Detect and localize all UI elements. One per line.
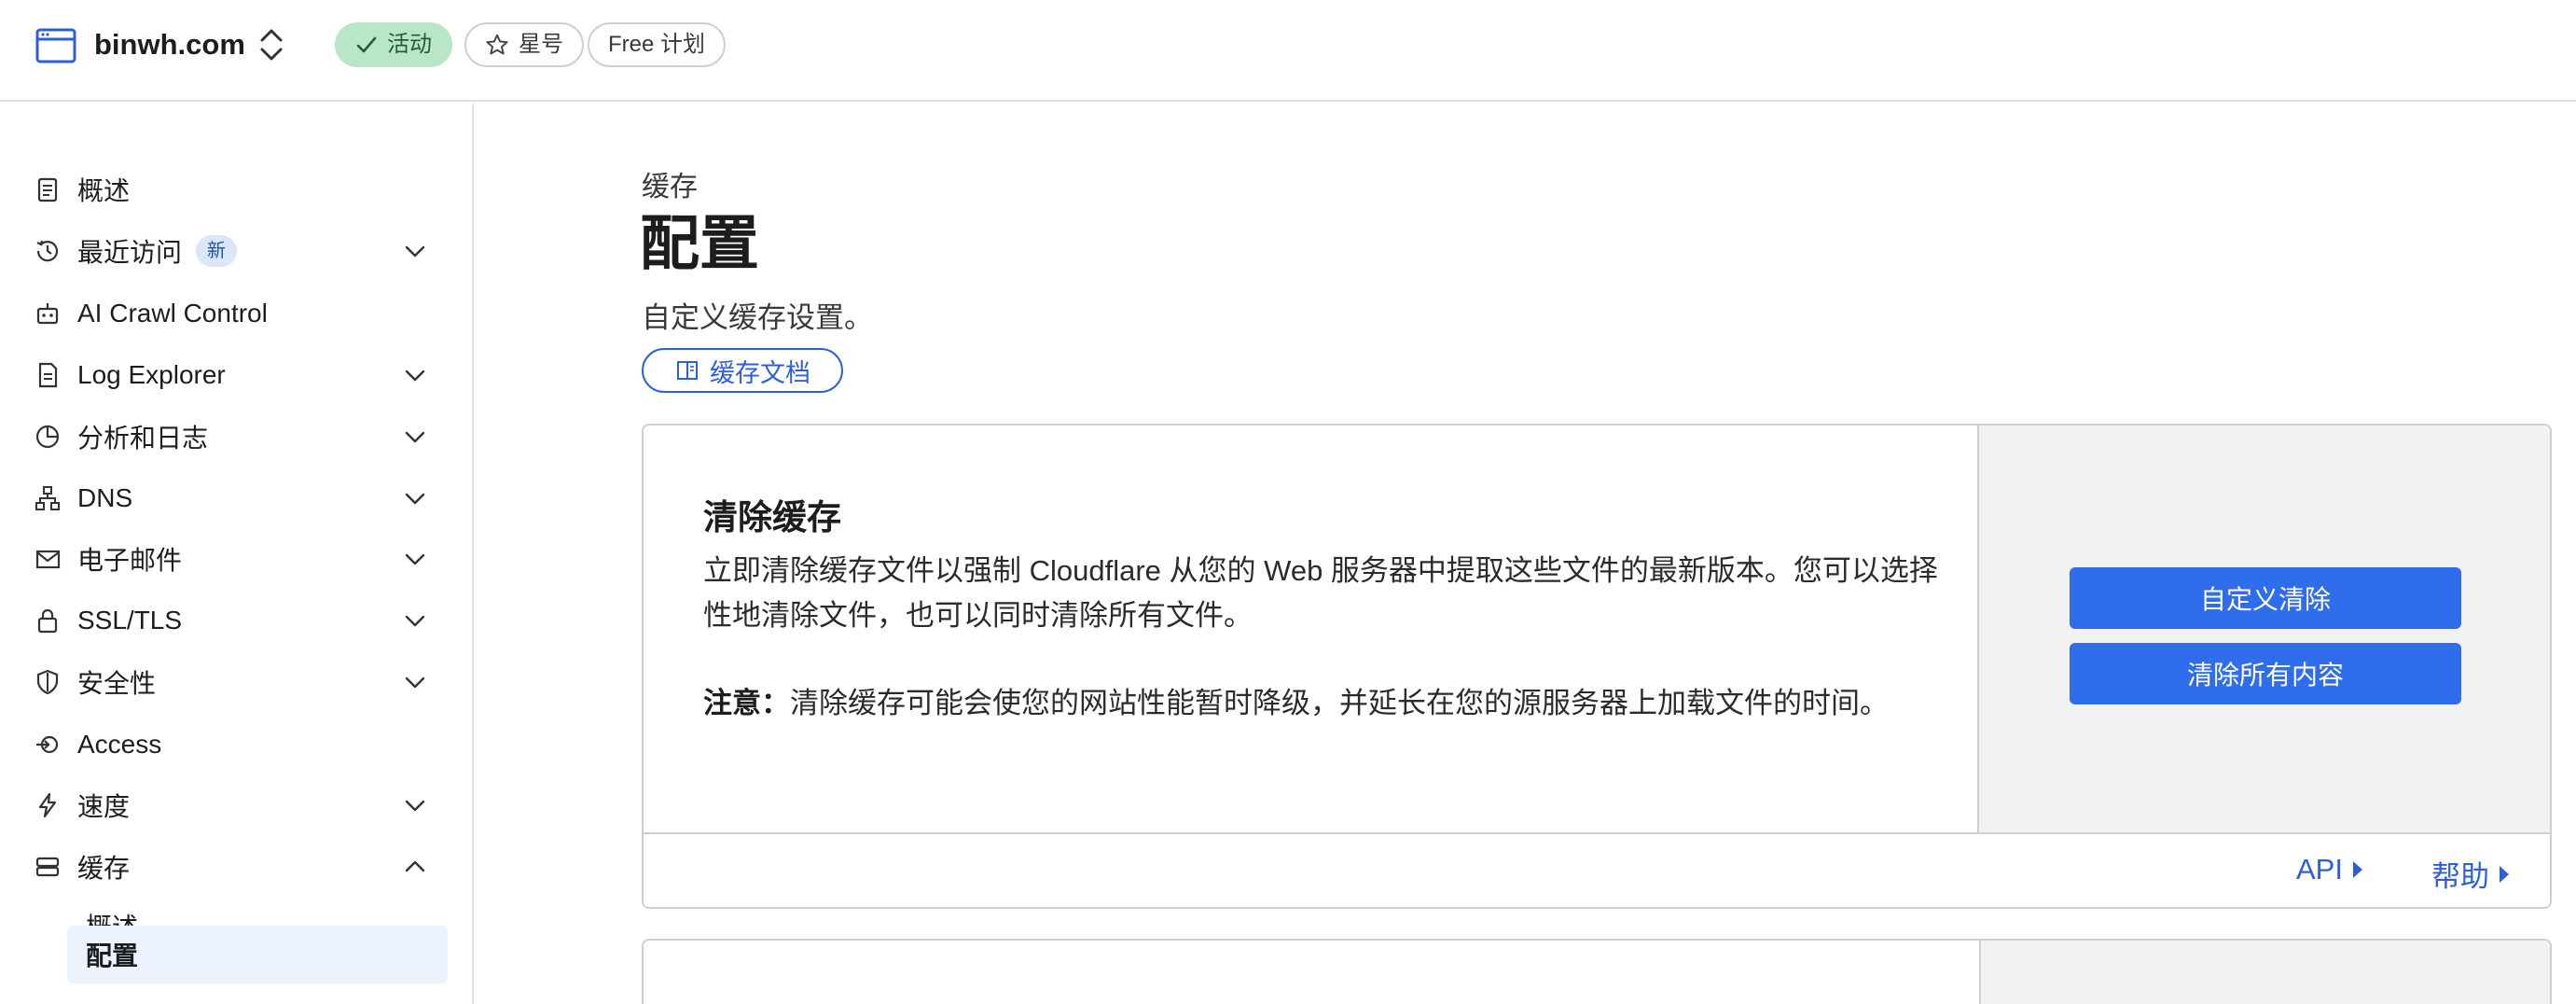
sidebar-item-label: 速度 bbox=[77, 792, 131, 821]
page-subtitle: 自定义缓存设置。 bbox=[642, 301, 873, 334]
switch-site-icon[interactable] bbox=[257, 25, 285, 64]
page-title: 配置 bbox=[640, 210, 759, 277]
sidebar-item-analytics[interactable]: 分析和日志 bbox=[0, 409, 472, 465]
chevron-down-icon bbox=[405, 245, 425, 258]
sidebar-item-label: 最近访问 bbox=[77, 238, 183, 267]
plan-label: Free 计划 bbox=[608, 32, 706, 57]
sidebar-item-recent[interactable]: 最近访问 新 bbox=[0, 223, 472, 279]
access-icon bbox=[36, 735, 59, 754]
chevron-down-icon bbox=[405, 553, 425, 565]
star-button[interactable]: 星号 bbox=[464, 22, 584, 67]
sidebar-item-security[interactable]: 安全性 bbox=[0, 654, 472, 710]
status-badge: 活动 bbox=[335, 22, 452, 67]
chevron-up-icon bbox=[405, 860, 425, 872]
purge-everything-button[interactable]: 清除所有内容 bbox=[2070, 643, 2461, 704]
sidebar: 概述 最近访问 新 AI Crawl Control Log Explorer … bbox=[0, 104, 474, 1004]
breadcrumb[interactable]: 缓存 bbox=[642, 163, 698, 204]
top-bar: binwh.com 活动 星号 Free 计划 bbox=[0, 0, 2576, 102]
sidebar-item-dns[interactable]: DNS bbox=[0, 470, 472, 526]
purge-cache-card: 清除缓存 立即清除缓存文件以强制 Cloudflare 从您的 Web 服务器中… bbox=[642, 424, 2552, 909]
shield-icon bbox=[36, 669, 59, 695]
star-icon bbox=[486, 34, 508, 55]
caret-right-icon bbox=[2352, 861, 2362, 878]
chevron-down-icon bbox=[405, 615, 425, 627]
sidebar-item-overview[interactable]: 概述 bbox=[0, 161, 472, 217]
sidebar-item-access[interactable]: Access bbox=[0, 717, 472, 773]
card-note: 注意：清除缓存可能会使您的网站性能暂时降级，并延长在您的源服务器上加载文件的时间… bbox=[703, 681, 1944, 726]
purge-cache-info: 清除缓存 立即清除缓存文件以强制 Cloudflare 从您的 Web 服务器中… bbox=[644, 425, 1979, 832]
sidebar-item-label: SSL/TLS bbox=[77, 606, 183, 634]
card-description: 立即清除缓存文件以强制 Cloudflare 从您的 Web 服务器中提取这些文… bbox=[703, 554, 1938, 632]
next-settings-card bbox=[642, 939, 2552, 1004]
robot-icon bbox=[36, 303, 59, 325]
history-icon bbox=[36, 240, 59, 262]
network-icon bbox=[35, 486, 60, 510]
sidebar-item-ai-crawl-control[interactable]: AI Crawl Control bbox=[0, 286, 472, 342]
chevron-down-icon bbox=[405, 493, 425, 505]
sidebar-subitem-cache-configuration[interactable]: 配置 bbox=[67, 926, 448, 983]
purge-cache-actions: 自定义清除 清除所有内容 bbox=[1979, 425, 2550, 832]
sidebar-item-label: Log Explorer bbox=[77, 360, 226, 389]
sidebar-item-label: DNS bbox=[77, 483, 133, 512]
sidebar-item-label: 安全性 bbox=[77, 669, 157, 698]
pie-chart-icon bbox=[35, 425, 60, 449]
app-root: binwh.com 活动 星号 Free 计划 概述 最近访问 新 AI Cra… bbox=[0, 0, 2576, 1004]
lock-icon bbox=[37, 608, 58, 634]
new-badge: 新 bbox=[196, 235, 237, 267]
api-link[interactable]: API bbox=[2296, 853, 2365, 886]
sidebar-item-label: 缓存 bbox=[77, 854, 131, 883]
sidebar-item-label: 概述 bbox=[77, 176, 131, 205]
sidebar-item-label: Access bbox=[77, 730, 162, 759]
site-name[interactable]: binwh.com bbox=[94, 24, 245, 65]
chevron-down-icon bbox=[405, 370, 425, 382]
caret-right-icon bbox=[2500, 865, 2509, 883]
sidebar-item-log-explorer[interactable]: Log Explorer bbox=[0, 347, 472, 403]
chevron-down-icon bbox=[405, 676, 425, 689]
log-icon bbox=[38, 362, 58, 388]
sidebar-subitem-label: 配置 bbox=[86, 941, 139, 970]
star-label: 星号 bbox=[519, 32, 563, 57]
mail-icon bbox=[35, 550, 61, 569]
sidebar-item-ssl-tls[interactable]: SSL/TLS bbox=[0, 593, 472, 648]
custom-purge-button[interactable]: 自定义清除 bbox=[2070, 567, 2461, 629]
sidebar-item-label: AI Crawl Control bbox=[77, 299, 268, 328]
clipboard-icon bbox=[37, 177, 58, 202]
cache-docs-label: 缓存文档 bbox=[710, 358, 810, 387]
api-link-label: API bbox=[2296, 853, 2343, 885]
sidebar-item-speed[interactable]: 速度 bbox=[0, 777, 472, 833]
sidebar-item-cache[interactable]: 缓存 bbox=[0, 839, 472, 895]
browser-window-icon bbox=[35, 28, 76, 63]
sidebar-item-email[interactable]: 电子邮件 bbox=[0, 531, 472, 587]
sidebar-item-label: 分析和日志 bbox=[77, 424, 209, 453]
next-settings-actions bbox=[1979, 941, 2550, 1004]
chevron-down-icon bbox=[405, 431, 425, 443]
help-link-label: 帮助 bbox=[2431, 860, 2489, 893]
plan-badge[interactable]: Free 计划 bbox=[588, 22, 727, 67]
note-text: 清除缓存可能会使您的网站性能暂时降级，并延长在您的源服务器上加载文件的时间。 bbox=[790, 687, 1889, 719]
chevron-down-icon bbox=[405, 800, 425, 812]
status-label: 活动 bbox=[387, 32, 432, 57]
card-footer: API 帮助 bbox=[644, 832, 2550, 907]
book-icon bbox=[677, 361, 698, 380]
card-title: 清除缓存 bbox=[703, 498, 841, 537]
note-label: 注意： bbox=[703, 687, 790, 719]
lightning-icon bbox=[38, 792, 57, 818]
sidebar-item-label: 电子邮件 bbox=[77, 546, 183, 575]
cache-docs-button[interactable]: 缓存文档 bbox=[642, 348, 843, 393]
help-link[interactable]: 帮助 bbox=[2431, 853, 2512, 895]
cache-icon bbox=[35, 857, 60, 877]
check-icon bbox=[356, 36, 377, 53]
